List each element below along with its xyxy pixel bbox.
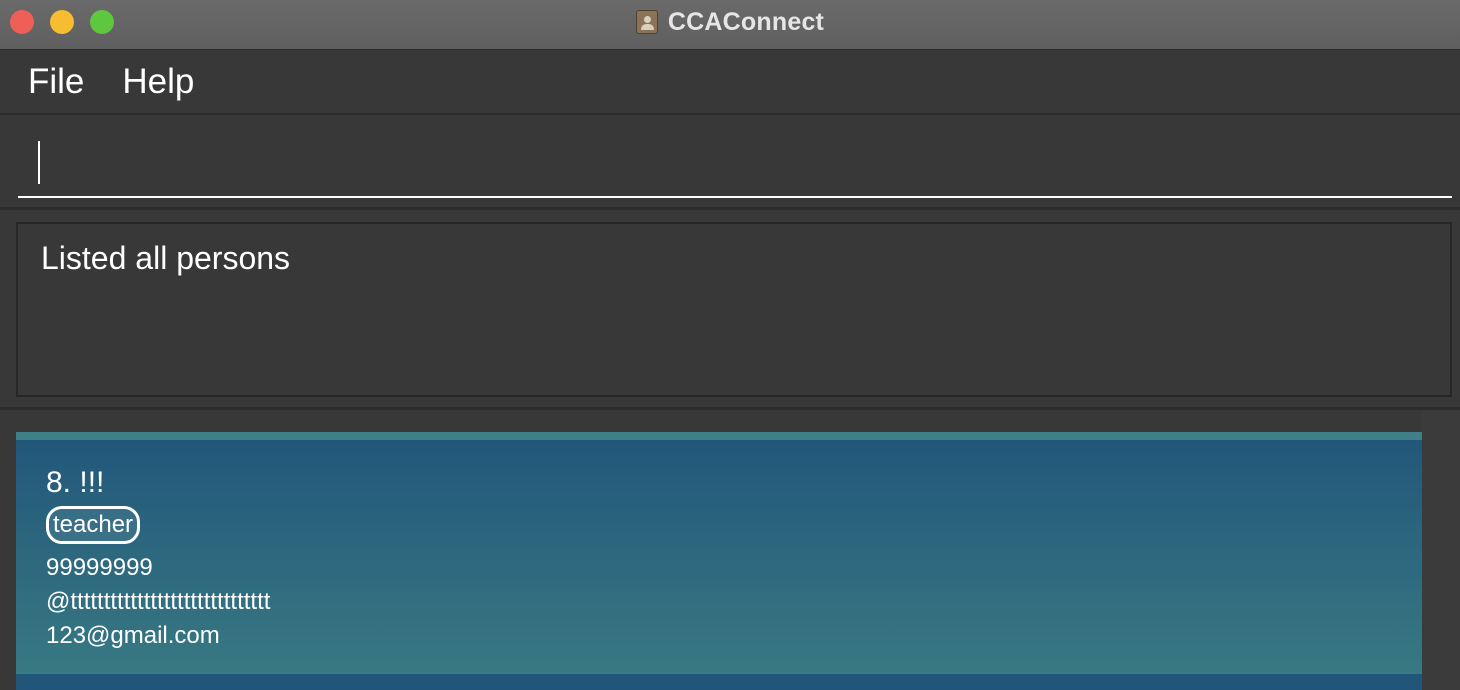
tag-badge: teacher — [46, 506, 141, 544]
menu-help[interactable]: Help — [122, 62, 194, 102]
contacts-book-icon — [635, 10, 658, 34]
person-email: 123@gmail.com — [46, 622, 220, 649]
result-message: Listed all persons — [41, 240, 291, 276]
person-telegram: @tttttttttttttttttttttttttttttt — [46, 588, 271, 615]
person-card[interactable]: 8. !!! teacher 99999999 @ttttttttttttttt… — [16, 440, 1422, 674]
title-bar: CCAConnect — [0, 0, 1460, 50]
result-display-box: Listed all persons — [16, 222, 1452, 397]
list-item-next-edge[interactable] — [16, 674, 1422, 690]
command-box-area — [0, 116, 1460, 210]
window-title: CCAConnect — [667, 7, 825, 36]
person-phone: 99999999 — [46, 554, 153, 581]
result-display-area: Listed all persons — [0, 212, 1460, 410]
command-input[interactable] — [18, 128, 1452, 198]
person-name: 8. !!! — [46, 466, 105, 499]
window-title-group: CCAConnect — [0, 0, 1460, 44]
text-caret — [38, 141, 40, 184]
list-scrollbar-track[interactable] — [1422, 411, 1460, 690]
list-item-previous-edge — [16, 432, 1422, 440]
app-window: CCAConnect File Help Listed all persons … — [0, 0, 1460, 690]
menu-file[interactable]: File — [28, 62, 84, 102]
menu-bar: File Help — [0, 51, 1460, 115]
person-list[interactable]: 8. !!! teacher 99999999 @ttttttttttttttt… — [0, 411, 1460, 690]
